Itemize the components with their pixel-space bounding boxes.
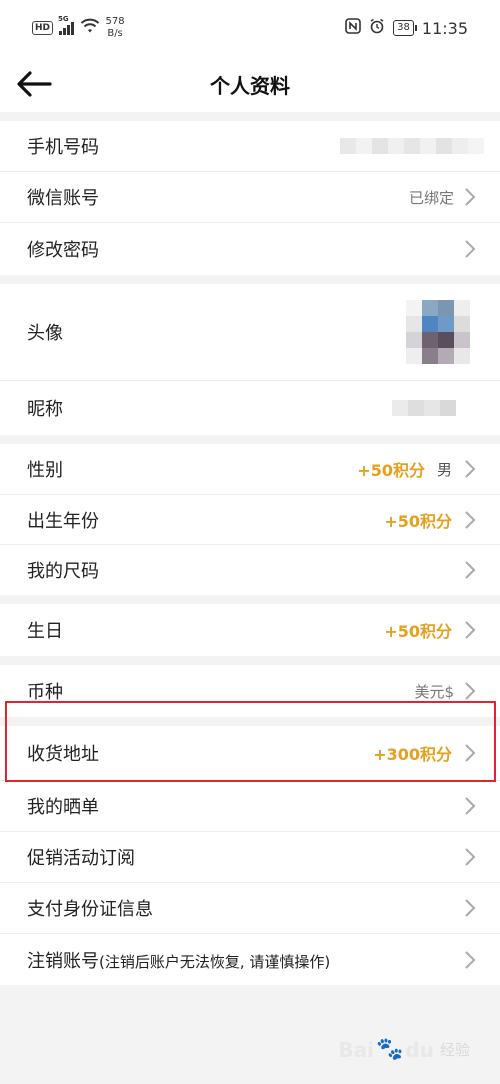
profile-group: 头像 昵称 xyxy=(0,284,500,435)
row-payment-id-info[interactable]: 支付身份证信息 xyxy=(0,883,500,934)
hd-badge: HD xyxy=(32,21,54,35)
row-nickname[interactable]: 昵称 xyxy=(0,381,500,435)
cellular-signal-icon: 5G xyxy=(58,15,74,35)
row-label: 生日 xyxy=(27,621,63,642)
chevron-right-icon xyxy=(465,744,476,762)
chevron-right-icon xyxy=(465,621,476,639)
row-label: 我的尺码 xyxy=(27,561,99,582)
network-type: 5G xyxy=(58,15,69,23)
speed-unit: B/s xyxy=(107,28,123,39)
row-value: 已绑定 xyxy=(408,188,454,207)
paw-icon: 🐾 xyxy=(376,1037,404,1062)
nfc-icon xyxy=(345,18,361,38)
row-label: 收货地址 xyxy=(27,744,99,765)
row-birth-year[interactable]: 出生年份 +50积分 xyxy=(0,495,500,545)
row-label: 头像 xyxy=(27,323,63,344)
speed-value: 578 xyxy=(105,16,125,27)
personal-info-group: 性别 +50积分 男 出生年份 +50积分 我的尺码 xyxy=(0,444,500,595)
chevron-right-icon xyxy=(465,460,476,478)
row-shipping-address[interactable]: 收货地址 +300积分 xyxy=(0,726,500,781)
row-gender[interactable]: 性别 +50积分 男 xyxy=(0,444,500,495)
row-phone-number[interactable]: 手机号码 xyxy=(0,121,500,172)
points-badge: +300积分 xyxy=(373,745,452,764)
alarm-icon xyxy=(369,18,385,38)
row-label: 性别 xyxy=(27,460,63,481)
masked-phone-value xyxy=(340,138,484,154)
chevron-right-icon xyxy=(465,950,476,969)
row-my-reviews[interactable]: 我的晒单 xyxy=(0,781,500,832)
row-label: 手机号码 xyxy=(27,137,99,158)
row-label: 支付身份证信息 xyxy=(27,899,153,920)
chevron-right-icon xyxy=(465,510,476,529)
row-label: 注销账号(注销后账户无法恢复, 请谨慎操作) xyxy=(27,947,464,973)
row-wechat-account[interactable]: 微信账号 已绑定 xyxy=(0,172,500,223)
row-label: 昵称 xyxy=(27,399,63,420)
avatar[interactable] xyxy=(406,300,470,364)
network-speed: 578 B/s xyxy=(106,16,125,40)
points-badge: +50积分 xyxy=(357,461,425,480)
chevron-right-icon xyxy=(465,188,476,206)
row-value: 男 xyxy=(436,460,452,479)
status-bar: HD 5G 578 B/s 38 11:35 xyxy=(0,0,500,56)
watermark-suffix: 经验 xyxy=(439,1041,470,1059)
currency-group: 币种 美元$ xyxy=(0,665,500,717)
battery-icon: 38 xyxy=(393,20,417,36)
chevron-right-icon xyxy=(465,240,476,258)
row-delete-account[interactable]: 注销账号(注销后账户无法恢复, 请谨慎操作) xyxy=(0,934,500,985)
row-label: 促销活动订阅 xyxy=(27,848,135,869)
masked-nickname-value xyxy=(392,400,456,416)
row-promotion-subscription[interactable]: 促销活动订阅 xyxy=(0,832,500,883)
row-value: 美元$ xyxy=(414,682,454,701)
chevron-right-icon xyxy=(465,848,476,866)
row-avatar[interactable]: 头像 xyxy=(0,284,500,381)
page-title: 个人资料 xyxy=(210,74,290,98)
row-currency[interactable]: 币种 美元$ xyxy=(0,665,500,717)
row-label: 币种 xyxy=(27,682,63,703)
watermark-brand-2: du xyxy=(405,1037,434,1062)
row-label: 我的晒单 xyxy=(27,797,99,818)
clock: 11:35 xyxy=(421,18,468,38)
watermark-brand: Bai xyxy=(338,1037,375,1062)
row-my-size[interactable]: 我的尺码 xyxy=(0,545,500,595)
points-badge: +50积分 xyxy=(384,511,452,531)
chevron-right-icon xyxy=(465,561,476,579)
chevron-right-icon xyxy=(465,797,476,815)
row-label: 修改密码 xyxy=(27,240,99,261)
row-label: 出生年份 xyxy=(27,510,99,532)
row-label: 微信账号 xyxy=(27,188,99,209)
delete-account-note: (注销后账户无法恢复, 请谨慎操作) xyxy=(99,952,331,971)
row-change-password[interactable]: 修改密码 xyxy=(0,223,500,275)
birthday-group: 生日 +50积分 xyxy=(0,604,500,656)
baidu-watermark: Bai 🐾 du 经验 xyxy=(338,1037,470,1062)
other-settings-group: 收货地址 +300积分 我的晒单 促销活动订阅 支付身份证信息 注销账号(注销后… xyxy=(0,726,500,985)
chevron-right-icon xyxy=(465,682,476,700)
row-birthday[interactable]: 生日 +50积分 xyxy=(0,604,500,656)
delete-account-label: 注销账号 xyxy=(27,950,99,972)
chevron-right-icon xyxy=(465,899,476,917)
points-badge: +50积分 xyxy=(384,622,452,641)
navigation-bar: 个人资料 xyxy=(0,56,500,112)
wifi-icon xyxy=(80,18,100,38)
account-group: 手机号码 微信账号 已绑定 修改密码 xyxy=(0,121,500,275)
